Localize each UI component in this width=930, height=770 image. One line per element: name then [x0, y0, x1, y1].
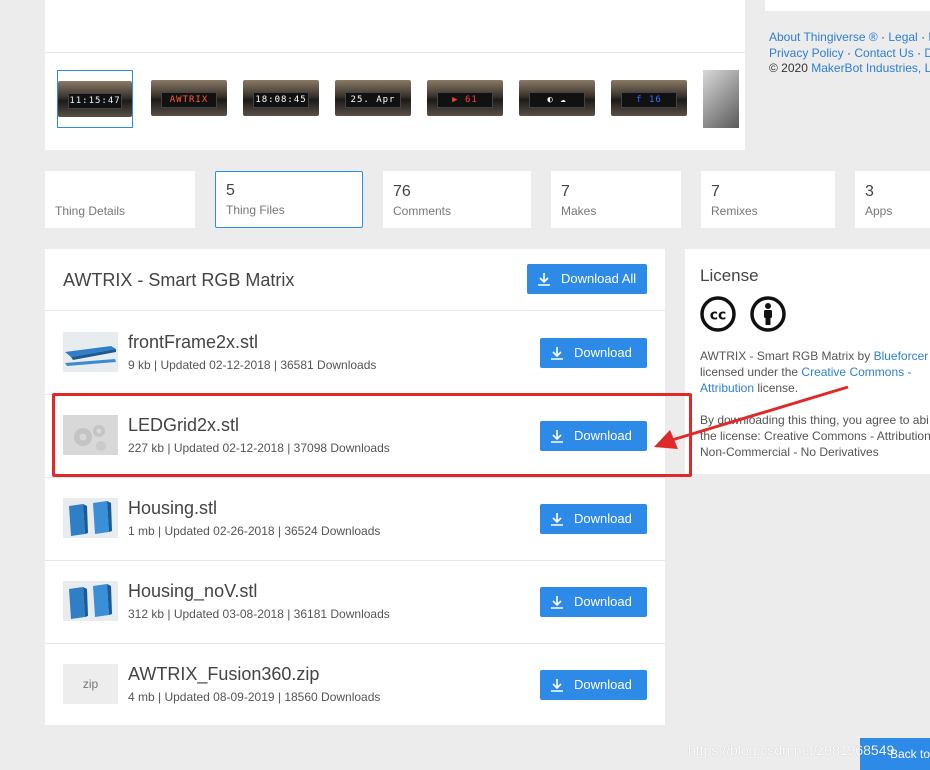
gallery-thumbnail[interactable]: ▶ 61 [427, 70, 503, 128]
files-panel: AWTRIX - Smart RGB Matrix Download All f… [45, 249, 665, 725]
about-link[interactable]: About Thingiverse ® [769, 30, 878, 44]
footer-links: About Thingiverse ® · Legal · D Privacy … [769, 30, 930, 77]
file-name[interactable]: LEDGrid2x.stl [128, 415, 239, 436]
housing-model-icon [63, 581, 118, 621]
download-icon [551, 596, 563, 609]
file-meta: 4 mb | Updated 08-09-2019 | 18560 Downlo… [128, 690, 381, 704]
download-button[interactable]: Download [540, 421, 647, 451]
files-header: AWTRIX - Smart RGB Matrix Download All [45, 249, 665, 311]
file-row: frontFrame2x.stl 9 kb | Updated 02-12-20… [45, 311, 665, 395]
download-label: Download [574, 345, 632, 360]
company-link[interactable]: MakerBot Industries, L [811, 61, 930, 75]
license-title: License [700, 266, 759, 285]
license-line: AWTRIX - Smart RGB Matrix by [700, 349, 871, 363]
tab-count: 7 [561, 183, 570, 200]
footer-card [765, 0, 930, 11]
tab-thing-files[interactable]: 5 Thing Files [215, 171, 363, 228]
zip-icon: zip [63, 664, 118, 704]
gallery-thumbnail[interactable]: 18:08:45 [243, 70, 319, 128]
creative-commons-icon: cc [700, 296, 736, 332]
tab-apps[interactable]: 3 Apps [855, 171, 930, 228]
legal-link[interactable]: Legal [888, 30, 917, 44]
frame-model-icon [63, 332, 118, 372]
file-meta: 1 mb | Updated 02-26-2018 | 36524 Downlo… [128, 524, 381, 538]
tab-label: Apps [865, 204, 893, 218]
tab-count: 5 [226, 182, 235, 199]
tab-remixes[interactable]: 7 Remixes [701, 171, 835, 228]
led-display-text: 25. Apr [345, 92, 401, 108]
led-display-text: ▶ 61 [437, 92, 493, 108]
led-display-text: 18:08:45 [253, 92, 309, 108]
tab-label: Comments [393, 204, 452, 218]
license-line: licensed under the [700, 365, 799, 379]
led-display-text: ◐ ☁ [529, 92, 585, 108]
file-row: Housing_noV.stl 312 kb | Updated 03-08-2… [45, 560, 665, 644]
gallery-thumbnail[interactable]: f 16 [611, 70, 687, 128]
download-icon [551, 347, 563, 360]
file-meta: 227 kb | Updated 02-12-2018 | 37098 Down… [128, 441, 390, 455]
download-label: Download [574, 428, 632, 443]
download-icon [551, 430, 563, 443]
gallery-thumbnail[interactable]: 11:15:47 [57, 70, 133, 128]
privacy-link[interactable]: Privacy Policy [769, 46, 844, 60]
tab-label: Thing Details [55, 204, 126, 218]
cut-link-2[interactable]: De [924, 46, 930, 60]
gallery-thumbnail[interactable] [703, 70, 739, 128]
download-icon [551, 513, 563, 526]
tab-count: 3 [865, 183, 874, 200]
download-icon [551, 679, 563, 692]
housing-model-icon [63, 498, 118, 538]
gears-placeholder-icon [63, 415, 118, 455]
tab-label: Remixes [711, 204, 758, 218]
license-agreement: By downloading this thing, you agree to … [700, 413, 930, 459]
led-display-text: f 16 [621, 92, 677, 108]
svg-text:cc: cc [710, 308, 727, 324]
watermark: https://blog.csdn.net/z981968549 [688, 742, 895, 758]
download-button[interactable]: Download [540, 504, 647, 534]
download-label: Download [574, 677, 632, 692]
image-gallery: 11:15:47 AWTRIX 18:08:45 25. Apr ▶ 61 ◐ ☁ f 16 [45, 0, 745, 150]
gallery-divider [45, 52, 745, 53]
contact-link[interactable]: Contact Us [854, 46, 913, 60]
tab-label: Makes [561, 204, 597, 218]
attribution-icon [750, 296, 786, 332]
file-name[interactable]: Housing_noV.stl [128, 581, 257, 602]
tab-label: Thing Files [226, 203, 285, 217]
tab-makes[interactable]: 7 Makes [551, 171, 681, 228]
back-to-top-label: Back to [890, 747, 930, 761]
download-button[interactable]: Download [540, 587, 647, 617]
download-button[interactable]: Download [540, 338, 647, 368]
gallery-thumbnail[interactable]: ◐ ☁ [519, 70, 595, 128]
file-name[interactable]: AWTRIX_Fusion360.zip [128, 664, 319, 685]
download-icon [538, 273, 550, 286]
license-panel: License cc AWTRIX - Smart RGB Matrix by … [685, 249, 930, 474]
file-meta: 312 kb | Updated 03-08-2018 | 36181 Down… [128, 607, 390, 621]
file-row: LEDGrid2x.stl 227 kb | Updated 02-12-201… [45, 394, 665, 478]
file-row: Housing.stl 1 mb | Updated 02-26-2018 | … [45, 477, 665, 561]
gallery-thumbnail[interactable]: AWTRIX [151, 70, 227, 128]
download-label: Download [574, 594, 632, 609]
copyright: © 2020 [769, 61, 808, 75]
license-suffix: license. [757, 381, 799, 395]
license-text: AWTRIX - Smart RGB Matrix by Blueforcer … [700, 348, 930, 396]
gallery-thumbnail[interactable]: 25. Apr [335, 70, 411, 128]
tab-thing-details[interactable]: Thing Details [45, 171, 195, 228]
file-row: zip AWTRIX_Fusion360.zip 4 mb | Updated … [45, 643, 665, 726]
files-title: AWTRIX - Smart RGB Matrix [63, 270, 295, 290]
tab-count: 76 [393, 183, 411, 200]
tab-comments[interactable]: 76 Comments [383, 171, 531, 228]
led-display-text: AWTRIX [161, 92, 217, 108]
download-button[interactable]: Download [540, 670, 647, 700]
author-link[interactable]: Blueforcer [874, 349, 929, 363]
download-all-button[interactable]: Download All [527, 264, 647, 294]
tab-count: 7 [711, 183, 720, 200]
download-all-label: Download All [561, 271, 637, 286]
file-name[interactable]: frontFrame2x.stl [128, 332, 258, 353]
download-label: Download [574, 511, 632, 526]
led-display-text: 11:15:47 [68, 93, 122, 109]
file-name[interactable]: Housing.stl [128, 498, 217, 519]
file-meta: 9 kb | Updated 02-12-2018 | 36581 Downlo… [128, 358, 377, 372]
